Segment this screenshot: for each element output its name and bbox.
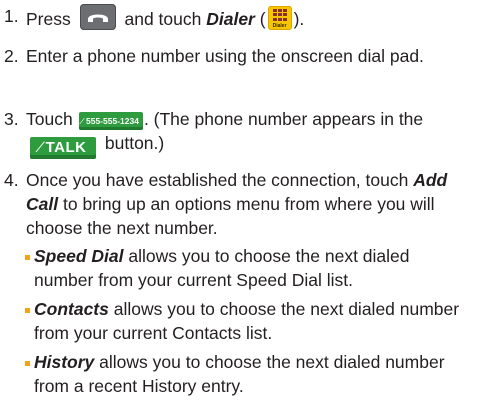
- step-text-part: to bring up an options menu from where y…: [26, 194, 435, 238]
- step-text: Enter a phone number using the onscreen …: [26, 46, 424, 66]
- phone-number-label: 555-555-1234: [86, 116, 139, 126]
- step-number: 2.: [4, 46, 19, 66]
- step-text-part: ).: [293, 9, 305, 29]
- bullet-marker: [25, 255, 30, 260]
- step-text-part: and touch: [124, 9, 202, 29]
- bullet-marker: [25, 308, 30, 313]
- bullet-term: Contacts: [34, 299, 109, 319]
- talk-button: ∕ TALK: [30, 137, 96, 159]
- bullet-text: Contacts allows you to choose the next d…: [34, 297, 470, 345]
- step-text: Once you have established the connection…: [26, 168, 474, 240]
- step-number: 1.: [4, 6, 19, 26]
- dialer-label: Dialer: [206, 9, 255, 29]
- step-text-part: . (The phone number appears in the: [143, 109, 424, 129]
- bullet-marker: [25, 361, 30, 366]
- step-text: Touch ∕ 555-555-1234. (The phone number a…: [26, 107, 474, 159]
- step-number: 3.: [4, 109, 19, 129]
- step-text-part: button.): [104, 133, 165, 153]
- step-text-part: (: [259, 9, 266, 29]
- dialer-icon: Dialer: [267, 6, 292, 30]
- bullet-text: Speed Dial allows you to choose the next…: [34, 244, 470, 292]
- step-text-part: Touch: [26, 109, 73, 129]
- phone-number-button: ∕ 555-555-1234: [78, 112, 143, 130]
- dialer-icon-label: Dialer: [272, 23, 287, 29]
- bullet-description: allows you to choose the next dialed num…: [34, 352, 445, 396]
- step-text: Press and touch Dialer (Dialer).: [26, 4, 474, 31]
- bullet-text: History allows you to choose the next di…: [34, 350, 470, 398]
- bullet-term: Speed Dial: [34, 246, 124, 266]
- step-text-part: Press: [26, 9, 71, 29]
- bullet-term: History: [34, 352, 95, 372]
- talk-key-icon: [79, 4, 116, 30]
- talk-button-label: TALK: [45, 139, 87, 156]
- step-text-part: Once you have established the connection…: [26, 170, 409, 190]
- step-number: 4.: [4, 170, 19, 190]
